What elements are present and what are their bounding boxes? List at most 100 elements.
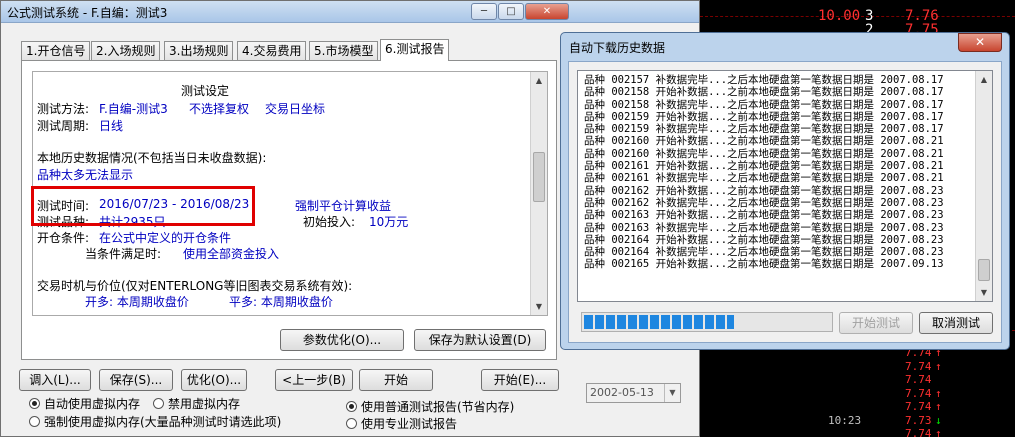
normal-report-radio[interactable]: 使用普通测试报告(节省内存)	[346, 398, 514, 415]
scroll-up-icon[interactable]: ▲	[976, 71, 992, 88]
tick-row: 7.74 ↑	[700, 400, 1015, 414]
tick-row: 7.74	[700, 373, 1015, 387]
scroll-down-icon[interactable]: ▼	[976, 284, 992, 301]
trade-timing-label: 交易时机与价位(仅对ENTERLONG等旧图表交易系统有效):	[37, 279, 353, 293]
tick-direction-icon: ↑	[935, 386, 942, 400]
highlight-box	[31, 186, 255, 226]
force-vm-radio[interactable]: 强制使用虚拟内存(大量品种测试时请选此项)	[29, 413, 281, 430]
tab-entry-rules[interactable]: 2.入场规则	[91, 41, 161, 60]
log-line: 品种 002161 补数据完毕...之后本地硬盘第一笔数据日期是 2007.08…	[584, 172, 944, 185]
period-value: 日线	[99, 119, 124, 133]
disable-vm-label: 禁用虚拟内存	[168, 397, 241, 411]
adjust-setting: 不选择复权	[189, 102, 250, 116]
log-line: 品种 002163 开始补数据...之前本地硬盘第一笔数据日期是 2007.08…	[584, 209, 944, 222]
save-default-button[interactable]: 保存为默认设置(D)	[414, 329, 546, 351]
radio-icon	[153, 398, 164, 409]
report-heading: 测试设定	[181, 84, 230, 98]
log-line: 品种 002160 补数据完毕...之后本地硬盘第一笔数据日期是 2007.08…	[584, 147, 944, 160]
dialog-title: 自动下载历史数据	[569, 41, 666, 55]
log-line: 品种 002159 补数据完毕...之后本地硬盘第一笔数据日期是 2007.08…	[584, 123, 944, 136]
auto-vm-radio[interactable]: 自动使用虚拟内存	[29, 395, 140, 412]
log-line: 品种 002161 开始补数据...之前本地硬盘第一笔数据日期是 2007.08…	[584, 160, 944, 173]
axis-setting: 交易日坐标	[265, 102, 326, 116]
radio-icon	[346, 418, 357, 429]
force-close-setting: 强制平仓计算收益	[295, 199, 392, 213]
close-long-price: 平多: 本周期收盘价	[229, 295, 333, 309]
tab-trade-fees[interactable]: 4.交易费用	[237, 41, 307, 60]
log-line: 品种 002157 补数据完毕...之后本地硬盘第一笔数据日期是 2007.08…	[584, 74, 944, 86]
tick-direction-icon: ↑	[935, 359, 942, 373]
tick-row: 7.74 ↑	[700, 387, 1015, 401]
tick-direction-icon: ↑	[935, 400, 942, 413]
scroll-thumb[interactable]	[978, 259, 990, 281]
tick-price: 7.74	[905, 373, 932, 386]
tick-price: 7.74	[905, 400, 932, 413]
tick-direction-icon: ↑	[935, 427, 942, 437]
log-scrollbar[interactable]: ▲ ▼	[975, 71, 992, 301]
scroll-up-icon[interactable]: ▲	[531, 72, 547, 89]
scroll-thumb[interactable]	[533, 152, 545, 202]
tick-time: 10:23	[828, 413, 862, 427]
cancel-test-button[interactable]: 取消测试	[919, 312, 993, 334]
save-button[interactable]: 保存(S)...	[99, 369, 173, 391]
scroll-down-icon[interactable]: ▼	[531, 298, 547, 315]
disable-vm-radio[interactable]: 禁用虚拟内存	[153, 395, 240, 412]
tick-price: 7.74	[905, 359, 932, 373]
radio-selected-icon	[346, 401, 357, 412]
open-condition-value: 在公式中定义的开仓条件	[99, 231, 232, 245]
method-value: F.自编-测试3	[99, 102, 168, 116]
import-button[interactable]: 调入(L)...	[19, 369, 91, 391]
open-condition-label: 开仓条件:	[37, 231, 90, 245]
minimize-button[interactable]: ─	[471, 3, 497, 20]
download-progress-bar	[581, 312, 833, 332]
when-value: 使用全部资金投入	[183, 247, 280, 261]
force-vm-label: 强制使用虚拟内存(大量品种测试时请选此项)	[44, 415, 282, 429]
chevron-down-icon[interactable]: ▼	[664, 384, 680, 402]
log-line: 品种 002162 开始补数据...之前本地硬盘第一笔数据日期是 2007.08…	[584, 184, 944, 197]
optimize-button[interactable]: 优化(O)...	[181, 369, 247, 391]
price-level-label: 10.00	[818, 8, 861, 24]
tab-market-model[interactable]: 5.市场模型	[309, 41, 379, 60]
pro-report-radio[interactable]: 使用专业测试报告	[346, 415, 457, 432]
download-log-list[interactable]: 品种 002157 补数据完毕...之后本地硬盘第一笔数据日期是 2007.08…	[577, 70, 993, 302]
log-line: 品种 002162 补数据完毕...之后本地硬盘第一笔数据日期是 2007.08…	[584, 196, 944, 209]
report-scrollbar[interactable]: ▲ ▼	[530, 72, 547, 315]
download-history-dialog: 自动下载历史数据 ✕ 品种 002157 补数据完毕...之后本地硬盘第一笔数据…	[560, 32, 1010, 350]
close-button[interactable]: ✕	[525, 3, 569, 20]
start-test-button[interactable]: 开始测试	[839, 312, 913, 334]
normal-report-label: 使用普通测试报告(节省内存)	[361, 400, 515, 414]
log-line: 品种 002158 开始补数据...之前本地硬盘第一笔数据日期是 2007.08…	[584, 86, 944, 99]
tick-price: 7.74	[905, 386, 932, 400]
history-label: 本地历史数据情况(不包括当日未收盘数据):	[37, 151, 267, 165]
radio-icon	[29, 416, 40, 427]
log-lines: 品种 002157 补数据完毕...之后本地硬盘第一笔数据日期是 2007.08…	[584, 74, 974, 271]
history-value: 品种太多无法显示	[37, 168, 134, 182]
optimize-params-button[interactable]: 参数优化(O)...	[280, 329, 404, 351]
radio-selected-icon	[29, 398, 40, 409]
start-button[interactable]: 开始	[359, 369, 433, 391]
initial-label: 初始投入:	[303, 215, 356, 229]
tick-row: 7.74 ↑	[700, 427, 1015, 437]
dialog-close-button[interactable]: ✕	[958, 33, 1002, 52]
tick-direction-icon: ↓	[935, 413, 942, 427]
progress-fill	[584, 315, 735, 329]
window-title: 公式测试系统 - F.自编：测试3	[7, 6, 168, 20]
log-line: 品种 002165 开始补数据...之前本地硬盘第一笔数据日期是 2007.09…	[584, 258, 944, 271]
tick-row: 10:23 7.73 ↓	[700, 414, 1015, 428]
tab-open-signal[interactable]: 1.开仓信号	[21, 41, 91, 60]
tab-exit-rules[interactable]: 3.出场规则	[164, 41, 234, 60]
start-extended-button[interactable]: 开始(E)...	[481, 369, 559, 391]
title-bar[interactable]: 公式测试系统 - F.自编：测试3 ─ □ ✕	[1, 1, 699, 23]
when-label: 当条件满足时:	[85, 247, 162, 261]
initial-value: 10万元	[369, 215, 409, 229]
maximize-button[interactable]: □	[498, 3, 524, 20]
log-line: 品种 002159 开始补数据...之前本地硬盘第一笔数据日期是 2007.08…	[584, 110, 944, 123]
date-value: 2002-05-13	[590, 386, 654, 399]
method-label: 测试方法:	[37, 102, 90, 116]
tick-price: 7.74	[905, 427, 932, 437]
tab-test-report[interactable]: 6.测试报告	[380, 39, 450, 61]
tick-row: 7.74 ↑	[700, 360, 1015, 374]
prev-step-button[interactable]: <上一步(B)	[275, 369, 353, 391]
date-picker[interactable]: 2002-05-13 ▼	[586, 383, 681, 403]
log-line: 品种 002160 开始补数据...之前本地硬盘第一笔数据日期是 2007.08…	[584, 135, 944, 148]
